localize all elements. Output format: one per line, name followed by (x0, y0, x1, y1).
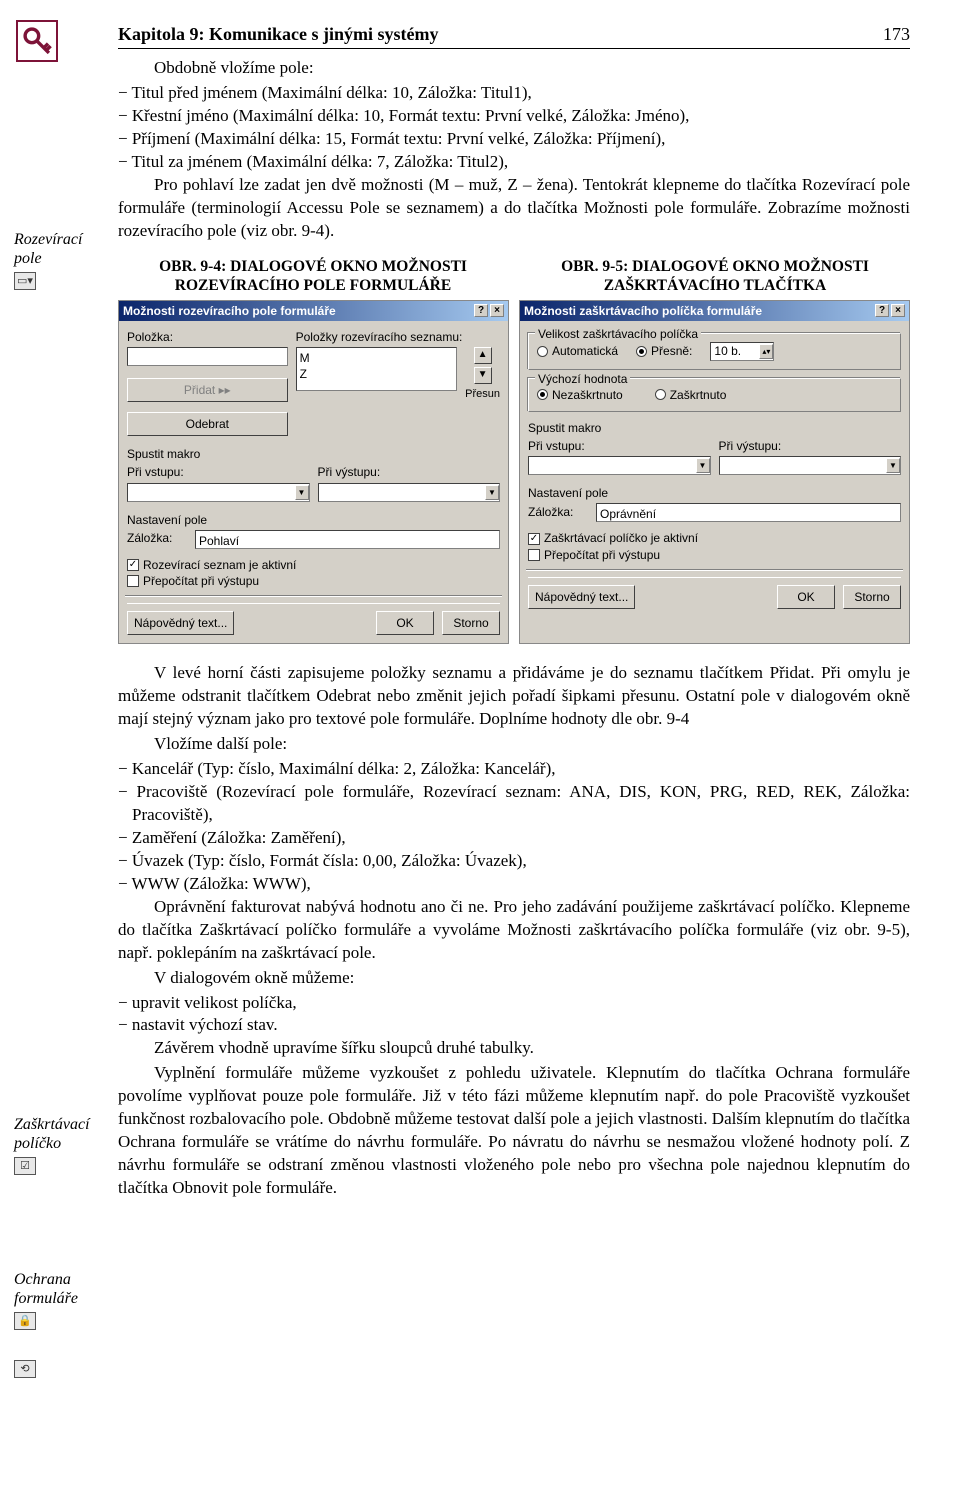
combo-pri-vstupu[interactable]: ▼ (528, 456, 711, 475)
combo-pri-vystupu[interactable]: ▼ (719, 456, 902, 475)
label-zalozka: Záložka: (528, 504, 588, 520)
combo-pri-vystupu[interactable]: ▼ (318, 483, 501, 502)
spinner-velikost[interactable]: 10 b.▴▾ (710, 342, 774, 361)
help-text-button[interactable]: Nápovědný text... (528, 585, 635, 609)
add-button[interactable]: Přidat ▸▸ (127, 378, 288, 402)
bullet-item: Titul před jménem (Maximální délka: 10, … (118, 82, 910, 105)
paragraph-7: Závěrem vhodně upravíme šířku sloupců dr… (118, 1037, 910, 1060)
close-button[interactable]: × (490, 304, 504, 317)
combo-pri-vstupu[interactable]: ▼ (127, 483, 310, 502)
figure-caption-9-5: OBR. 9-5: DIALOGOVÉ OKNO MOŽNOSTI ZAŠKRT… (520, 257, 910, 296)
label-nastaveni-pole: Nastavení pole (127, 512, 500, 528)
remove-button[interactable]: Odebrat (127, 412, 288, 436)
paragraph-lead-4: Vložíme další pole: (118, 733, 910, 756)
help-button[interactable]: ? (875, 304, 889, 317)
radio-automaticka[interactable]: Automatická (537, 343, 618, 359)
bullet-item: nastavit výchozí stav. (118, 1014, 910, 1037)
checkbox-prepocitat[interactable]: Přepočítat při výstupu (528, 547, 901, 563)
label-nastaveni-pole: Nastavení pole (528, 485, 901, 501)
label-polozky-seznamu: Položky rozevíracího seznamu: (296, 329, 500, 345)
spinner-value: 10 b. (714, 343, 741, 359)
key-logo-icon (16, 20, 58, 62)
label-pri-vystupu: Při výstupu: (719, 438, 902, 454)
margin-note-zaskrtavaci-policko: Zaškrtávací políčko (14, 1115, 104, 1153)
list-item[interactable]: M (300, 350, 454, 366)
paragraph-5: Oprávnění fakturovat nabývá hodnotu ano … (118, 896, 910, 965)
checkbox-icon: ☑ (14, 1157, 36, 1175)
checkbox-label: Přepočítat při výstupu (143, 573, 259, 589)
radio-label: Automatická (552, 343, 618, 359)
input-zalozka[interactable]: Oprávnění (596, 503, 901, 522)
paragraph-8: Vyplnění formuláře můžeme vyzkoušet z po… (118, 1062, 910, 1200)
bullet-item: Křestní jméno (Maximální délka: 10, Form… (118, 105, 910, 128)
margin-note-rozeviraci-pole: Rozevírací pole (14, 230, 104, 268)
radio-label: Zaškrtnuto (670, 387, 727, 403)
bullet-item: Titul za jménem (Maximální délka: 7, Zál… (118, 151, 910, 174)
radio-zaskrtnuto[interactable]: Zaškrtnuto (655, 387, 727, 403)
ok-button[interactable]: OK (777, 585, 835, 609)
move-down-button[interactable]: ▼ (474, 367, 492, 384)
checkbox-label: Rozevírací seznam je aktivní (143, 557, 296, 573)
label-presun: Přesun (465, 387, 500, 402)
checkbox-policko-aktivni[interactable]: Zaškrtávací políčko je aktivní (528, 530, 901, 546)
label-spustit-makro: Spustit makro (127, 446, 500, 462)
move-up-button[interactable]: ▲ (474, 347, 492, 364)
radio-nezaskrtnuto[interactable]: Nezaškrtnuto (537, 387, 623, 403)
label-pri-vstupu: Při vstupu: (528, 438, 711, 454)
group-title-vychozi: Výchozí hodnota (535, 371, 630, 387)
dialog-checkbox-options: Možnosti zaškrtávacího políčka formuláře… (519, 300, 910, 645)
figure-caption-9-4: OBR. 9-4: DIALOGOVÉ OKNO MOŽNOSTI ROZEVÍ… (118, 257, 508, 296)
checkbox-label: Přepočítat při výstupu (544, 547, 660, 563)
label-zalozka: Záložka: (127, 530, 187, 546)
paragraph-2: Pro pohlaví lze zadat jen dvě možnosti (… (118, 174, 910, 243)
ok-button[interactable]: OK (376, 611, 434, 635)
cancel-button[interactable]: Storno (843, 585, 901, 609)
label-pri-vystupu: Při výstupu: (318, 464, 501, 480)
input-zalozka[interactable]: Pohlaví (195, 530, 500, 549)
radio-presne[interactable]: Přesně: (636, 343, 692, 359)
bullet-item: WWW (Záložka: WWW), (118, 873, 910, 896)
lock-icon: 🔒 (14, 1312, 36, 1330)
listbox-items[interactable]: M Z (296, 347, 458, 391)
radio-label: Nezaškrtnuto (552, 387, 623, 403)
chapter-title: Kapitola 9: Komunikace s jinými systémy (118, 22, 439, 46)
paragraph-3: V levé horní části zapisujeme položky se… (118, 662, 910, 731)
label-spustit-makro: Spustit makro (528, 420, 901, 436)
input-polozka[interactable] (127, 347, 288, 366)
bullet-item: Úvazek (Typ: číslo, Formát čísla: 0,00, … (118, 850, 910, 873)
dialog-combobox-options: Možnosti rozevíracího pole formuláře ? ×… (118, 300, 509, 645)
label-pri-vstupu: Při vstupu: (127, 464, 310, 480)
checkbox-label: Zaškrtávací políčko je aktivní (544, 530, 698, 546)
help-button[interactable]: ? (474, 304, 488, 317)
paragraph-lead-6: V dialogovém okně můžeme: (118, 967, 910, 990)
help-text-button[interactable]: Nápovědný text... (127, 611, 234, 635)
bullet-item: Pracoviště (Rozevírací pole formuláře, R… (118, 781, 910, 827)
combobox-icon: ▭▾ (14, 272, 36, 290)
group-title-velikost: Velikost zaškrtávacího políčka (535, 326, 701, 342)
checkbox-prepocitat[interactable]: Přepočítat při výstupu (127, 573, 500, 589)
dialog-title: Možnosti zaškrtávacího políčka formuláře (524, 303, 762, 319)
dialog-title: Možnosti rozevíracího pole formuláře (123, 303, 336, 319)
close-button[interactable]: × (891, 304, 905, 317)
page-number: 173 (883, 22, 910, 46)
label-polozka: Položka: (127, 329, 288, 345)
checkbox-seznam-aktivni[interactable]: Rozevírací seznam je aktivní (127, 557, 500, 573)
margin-note-ochrana-formulare: Ochrana formuláře (14, 1270, 104, 1308)
refresh-field-icon: ⟲ (14, 1360, 36, 1378)
list-item[interactable]: Z (300, 366, 454, 382)
bullet-item: upravit velikost políčka, (118, 992, 910, 1015)
bullet-item: Kancelář (Typ: číslo, Maximální délka: 2… (118, 758, 910, 781)
paragraph-lead-1: Obdobně vložíme pole: (118, 57, 910, 80)
radio-label: Přesně: (651, 343, 692, 359)
bullet-item: Zaměření (Záložka: Zaměření), (118, 827, 910, 850)
bullet-item: Příjmení (Maximální délka: 15, Formát te… (118, 128, 910, 151)
cancel-button[interactable]: Storno (442, 611, 500, 635)
